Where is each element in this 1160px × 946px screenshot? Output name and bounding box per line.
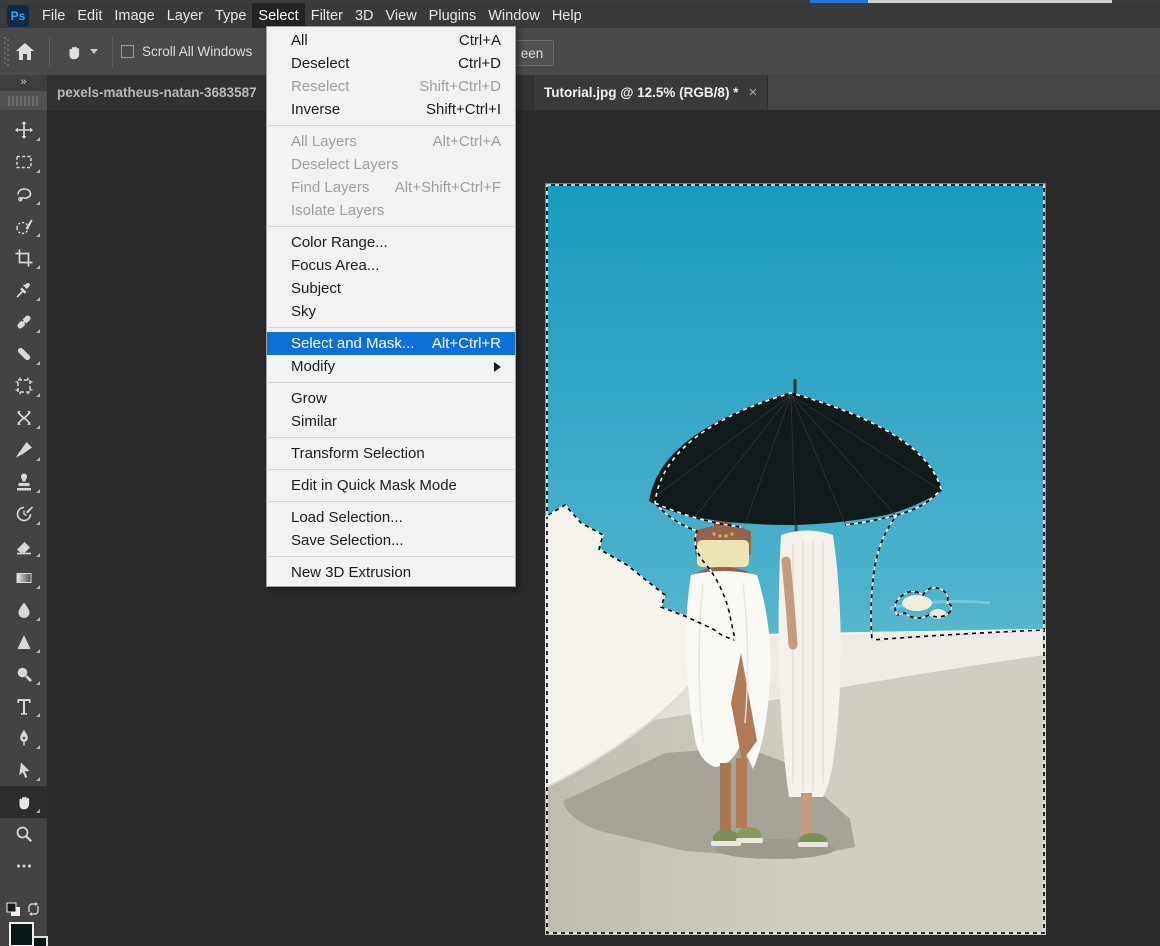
menu-separator bbox=[268, 501, 514, 502]
menu-edit[interactable]: Edit bbox=[71, 3, 108, 28]
canvas-area[interactable] bbox=[47, 110, 1160, 946]
tools-panel bbox=[0, 110, 47, 946]
toolbar-collapse-chevrons[interactable]: » bbox=[0, 75, 47, 91]
history-brush-tool[interactable] bbox=[0, 498, 47, 530]
zoom-tool[interactable] bbox=[0, 818, 47, 850]
gradient-tool[interactable] bbox=[0, 562, 47, 594]
menu-item-all-layers: All LayersAlt+Ctrl+A bbox=[267, 130, 515, 153]
hand-tool[interactable] bbox=[0, 786, 47, 818]
menu-separator bbox=[268, 469, 514, 470]
menu-separator bbox=[268, 125, 514, 126]
menu-item-focus-area[interactable]: Focus Area... bbox=[267, 254, 515, 277]
menu-item-sky[interactable]: Sky bbox=[267, 300, 515, 323]
menu-item-save-selection[interactable]: Save Selection... bbox=[267, 529, 515, 552]
menu-separator bbox=[268, 556, 514, 557]
rectangular-marquee-tool[interactable] bbox=[0, 146, 47, 178]
menu-item-reselect: ReselectShift+Ctrl+D bbox=[267, 75, 515, 98]
blur-tool[interactable] bbox=[0, 594, 47, 626]
menu-separator bbox=[268, 437, 514, 438]
menu-item-load-selection[interactable]: Load Selection... bbox=[267, 506, 515, 529]
sharpen-tool[interactable] bbox=[0, 626, 47, 658]
menu-select[interactable]: Select bbox=[252, 3, 304, 28]
menu-item-edit-in-quick-mask-mode[interactable]: Edit in Quick Mask Mode bbox=[267, 474, 515, 497]
spot-healing-brush-tool[interactable] bbox=[0, 306, 47, 338]
menu-item-subject[interactable]: Subject bbox=[267, 277, 515, 300]
menu-view[interactable]: View bbox=[380, 3, 423, 28]
menu-layer[interactable]: Layer bbox=[161, 3, 209, 28]
menu-item-transform-selection[interactable]: Transform Selection bbox=[267, 442, 515, 465]
ellipsis-more-tools[interactable] bbox=[0, 850, 47, 882]
tab-tutorial-jpg[interactable]: Tutorial.jpg @ 12.5% (RGB/8) * × bbox=[534, 75, 768, 110]
lasso-tool[interactable] bbox=[0, 178, 47, 210]
brush-tool[interactable] bbox=[0, 434, 47, 466]
foreground-color-swatch[interactable] bbox=[9, 922, 34, 946]
menu-item-deselect[interactable]: DeselectCtrl+D bbox=[267, 52, 515, 75]
close-icon[interactable]: × bbox=[748, 84, 757, 101]
fit-screen-button-partial[interactable]: een bbox=[510, 40, 554, 66]
menu-item-new-3d-extrusion[interactable]: New 3D Extrusion bbox=[267, 561, 515, 584]
document-image[interactable] bbox=[545, 183, 1046, 935]
document-tab-bar: » pexels-matheus-natan-3683587 × Tutoria… bbox=[0, 75, 1160, 110]
path-selection-tool[interactable] bbox=[0, 754, 47, 786]
clone-stamp-tool[interactable] bbox=[0, 466, 47, 498]
menu-item-color-range[interactable]: Color Range... bbox=[267, 231, 515, 254]
move-tool[interactable] bbox=[0, 114, 47, 146]
menu-separator bbox=[268, 327, 514, 328]
photoshop-logo: Ps bbox=[7, 5, 29, 27]
menu-item-grow[interactable]: Grow bbox=[267, 387, 515, 410]
pen-tool[interactable] bbox=[0, 722, 47, 754]
menu-separator bbox=[268, 382, 514, 383]
toolbar-header: » bbox=[0, 75, 47, 110]
menu-item-all[interactable]: AllCtrl+A bbox=[267, 29, 515, 52]
divider bbox=[112, 37, 113, 67]
home-icon bbox=[15, 42, 35, 61]
submenu-arrow-icon bbox=[494, 362, 501, 372]
chevron-down-icon bbox=[90, 49, 98, 54]
toolbar-grip[interactable] bbox=[0, 91, 47, 110]
menu-separator bbox=[268, 226, 514, 227]
hand-icon bbox=[64, 42, 84, 62]
menu-item-inverse[interactable]: InverseShift+Ctrl+I bbox=[267, 98, 515, 121]
content-aware-move-tool[interactable] bbox=[0, 402, 47, 434]
select-dropdown-menu: AllCtrl+A DeselectCtrl+D ReselectShift+C… bbox=[266, 26, 516, 587]
type-tool[interactable] bbox=[0, 690, 47, 722]
menu-item-isolate-layers: Isolate Layers bbox=[267, 199, 515, 222]
menu-plugins[interactable]: Plugins bbox=[423, 3, 483, 28]
menu-bar: Ps File Edit Image Layer Type Select Fil… bbox=[0, 3, 1160, 28]
home-button[interactable] bbox=[9, 34, 41, 70]
menu-item-select-and-mask[interactable]: Select and Mask...Alt+Ctrl+R bbox=[267, 332, 515, 355]
menu-item-deselect-layers: Deselect Layers bbox=[267, 153, 515, 176]
menu-help[interactable]: Help bbox=[546, 3, 588, 28]
hand-tool-preset[interactable] bbox=[58, 34, 104, 70]
color-swatches bbox=[0, 914, 47, 946]
healing-brush-tool[interactable] bbox=[0, 338, 47, 370]
menu-3d[interactable]: 3D bbox=[349, 3, 380, 28]
crop-tool[interactable] bbox=[0, 242, 47, 274]
scroll-all-windows-label: Scroll All Windows bbox=[142, 44, 252, 59]
menu-window[interactable]: Window bbox=[482, 3, 546, 28]
divider bbox=[49, 37, 50, 67]
frame-tool[interactable] bbox=[0, 370, 47, 402]
object-selection-tool[interactable] bbox=[0, 210, 47, 242]
tool-options-bar: Scroll All Windows een bbox=[0, 28, 1160, 75]
menu-file[interactable]: File bbox=[36, 3, 71, 28]
dodge-tool[interactable] bbox=[0, 658, 47, 690]
tab-title: Tutorial.jpg @ 12.5% (RGB/8) * bbox=[544, 85, 738, 100]
menu-image[interactable]: Image bbox=[108, 3, 160, 28]
menu-item-modify[interactable]: Modify bbox=[267, 355, 515, 378]
photoshop-window: Ps File Edit Image Layer Type Select Fil… bbox=[0, 0, 1160, 946]
menu-item-find-layers: Find LayersAlt+Shift+Ctrl+F bbox=[267, 176, 515, 199]
eyedropper-tool[interactable] bbox=[0, 274, 47, 306]
scroll-all-windows-checkbox[interactable] bbox=[121, 45, 134, 58]
scroll-all-windows-option[interactable]: Scroll All Windows bbox=[121, 44, 252, 59]
menu-item-similar[interactable]: Similar bbox=[267, 410, 515, 433]
menu-type[interactable]: Type bbox=[209, 3, 252, 28]
eraser-tool[interactable] bbox=[0, 530, 47, 562]
menu-filter[interactable]: Filter bbox=[305, 3, 349, 28]
